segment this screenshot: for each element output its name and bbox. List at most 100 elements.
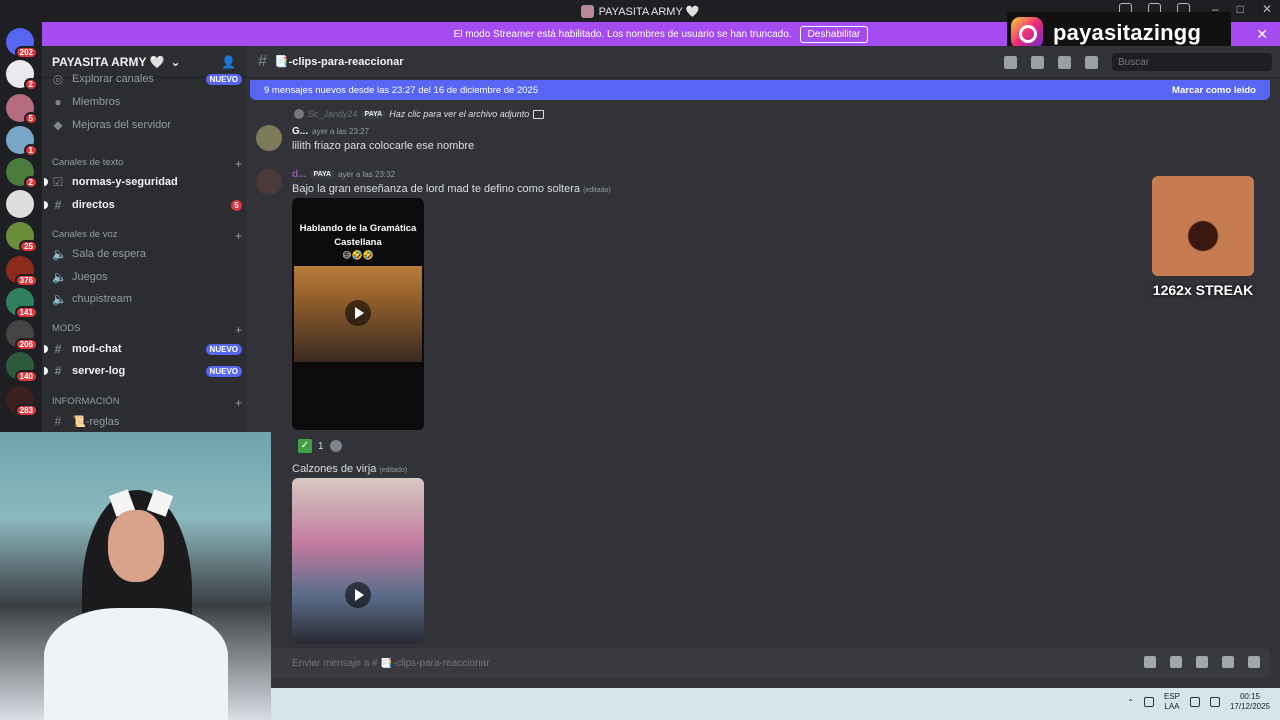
play-icon[interactable] [345,300,371,326]
server-badge: 206 [14,338,38,351]
hashtag-icon: # [54,198,62,212]
video-caption: Hablando de la Gramática Castellana [299,223,417,248]
channel-label: Juegos [72,271,108,283]
username[interactable]: d... [292,169,306,180]
server-icon[interactable]: 141 [6,288,38,319]
category-label: Canales de voz [52,229,118,240]
video-attachment[interactable] [292,478,424,644]
chevron-up-icon[interactable]: ⌃ [1127,698,1134,707]
username[interactable]: G... [292,126,308,137]
webcam-overlay [0,432,271,720]
message-body: Calzones de virja [292,463,377,475]
close-window-button[interactable]: ✕ [1262,2,1272,16]
add-reaction-icon[interactable] [329,440,342,452]
category-voice-channels[interactable]: Canales de voz + [52,229,242,243]
clock[interactable]: 00:15 17/12/2025 [1230,692,1270,712]
category-text-channels[interactable]: Canales de texto + [52,157,242,171]
server-icon[interactable]: 283 [6,386,38,417]
close-icon[interactable]: ✕ [1256,26,1268,43]
composer-tools [1144,656,1260,668]
disable-streamer-button[interactable]: Deshabilitar [799,25,869,43]
channel-reglas[interactable]: # 📜-reglas [52,414,242,428]
message-text: Bajo la gran enseñanza de lord mad te de… [292,183,611,195]
category-label: MODS [52,323,81,334]
reaction-count: 1 [318,440,324,452]
server-icon-home[interactable]: 202 [6,28,38,59]
channel-label: Sala de espera [72,248,146,260]
image-icon [533,109,545,119]
message-meta: G... ayer a las 23:27 [292,126,369,137]
category-mods[interactable]: MODS + [52,323,242,337]
server-badge: 202 [14,46,38,59]
unread-indicator [44,178,48,186]
clock-date: 17/12/2025 [1229,702,1270,711]
unread-indicator [44,367,48,375]
volume-icon[interactable] [1209,697,1220,707]
system-tray: ⌃ ESP LAA 00:15 17/12/2025 [1127,692,1270,712]
message-meta: d... PAYA ayer a las 23:32 [292,169,395,180]
server-icon[interactable]: 376 [6,256,38,287]
category-informacion[interactable]: INFORMACIÓN + [52,396,242,410]
checkmark-reaction-icon[interactable]: ✓ [298,439,312,453]
gif-icon[interactable] [1170,656,1182,668]
avatar[interactable] [256,125,282,151]
server-icon[interactable] [6,190,34,218]
gift-icon[interactable] [1144,656,1156,668]
reply-text: Haz clic para ver el archivo adjunto [389,109,530,119]
mark-as-read-button[interactable]: Marcar como leído [1172,85,1256,96]
video-attachment[interactable]: Hablando de la Gramática Castellana 😅🤣🤣 [292,198,424,430]
role-tag: PAYA [310,170,335,179]
maximize-button[interactable]: □ [1237,2,1244,16]
server-icon[interactable]: 5 [6,94,38,125]
server-icon[interactable]: 140 [6,352,38,383]
message-input[interactable] [292,657,792,669]
channel-normas-y-seguridad[interactable]: ☑ normas-y-seguridad [44,175,242,189]
channel-directos[interactable]: # directos 5 [44,198,242,212]
threads-icon[interactable] [1004,56,1017,69]
unread-indicator [44,201,48,209]
add-user-icon[interactable]: 👤 [221,55,236,69]
voice-channel-juegos[interactable]: 🔈 Juegos [52,270,242,284]
server-icon[interactable]: 206 [6,320,38,351]
sidebar-item-boosts[interactable]: ◆ Mejoras del servidor [52,118,242,132]
server-icon[interactable]: 25 [6,222,38,253]
server-icon[interactable]: 1 [6,126,38,157]
server-icon[interactable]: 2 [6,60,38,91]
rules-icon: ☑ [52,175,64,189]
sidebar-item-explore[interactable]: ◎ Explorar canales NUEVO [52,72,242,86]
channel-title: 📑-clips-para-reaccionar [274,56,404,68]
server-icon[interactable]: 2 [6,158,38,189]
timestamp: ayer a las 23:32 [338,170,396,179]
channel-mod-chat[interactable]: # mod-chat NUEVO [44,342,242,356]
apps-icon[interactable] [1248,656,1260,668]
voice-channel-chupistream[interactable]: 🔈 chupistream [52,292,242,306]
server-badge: 140 [14,370,38,383]
edited-label: (editado) [379,467,408,474]
member-list-icon[interactable] [1085,56,1098,69]
channel-server-log[interactable]: # server-log NUEVO [44,364,242,378]
emoji-icon[interactable] [1222,656,1234,668]
add-channel-icon[interactable]: + [235,229,242,243]
channel-sidebar: PAYASITA ARMY 🤍 ⌄ 👤 ◎ Explorar canales N… [42,46,246,432]
sidebar-item-label: Explorar canales [72,73,154,85]
add-channel-icon[interactable]: + [235,323,242,337]
notifications-icon[interactable] [1031,56,1044,69]
reaction-bar: ✓ 1 [298,439,342,453]
microphone-icon[interactable] [1143,697,1154,707]
channel-label: 📜-reglas [72,415,120,428]
server-icon [580,4,594,18]
add-channel-icon[interactable]: + [235,396,242,410]
pin-icon[interactable] [1058,56,1071,69]
sticker-icon[interactable] [1196,656,1208,668]
sidebar-item-members[interactable]: ● Miembros [52,95,242,109]
avatar[interactable] [256,169,282,195]
language-indicator[interactable]: ESP LAA [1164,692,1180,712]
play-icon[interactable] [345,582,371,608]
voice-channel-sala[interactable]: 🔈 Sala de espera [52,247,242,261]
reply-preview[interactable]: Sc_Jandy24 PAYA Haz clic para ver el arc… [294,109,545,119]
network-icon[interactable] [1189,697,1200,707]
add-channel-icon[interactable]: + [235,157,242,171]
taskbar: ⌃ ESP LAA 00:15 17/12/2025 [271,688,1280,720]
new-messages-bar: 9 mensajes nuevos desde las 23:27 del 16… [250,80,1270,100]
search-input[interactable] [1112,53,1272,71]
